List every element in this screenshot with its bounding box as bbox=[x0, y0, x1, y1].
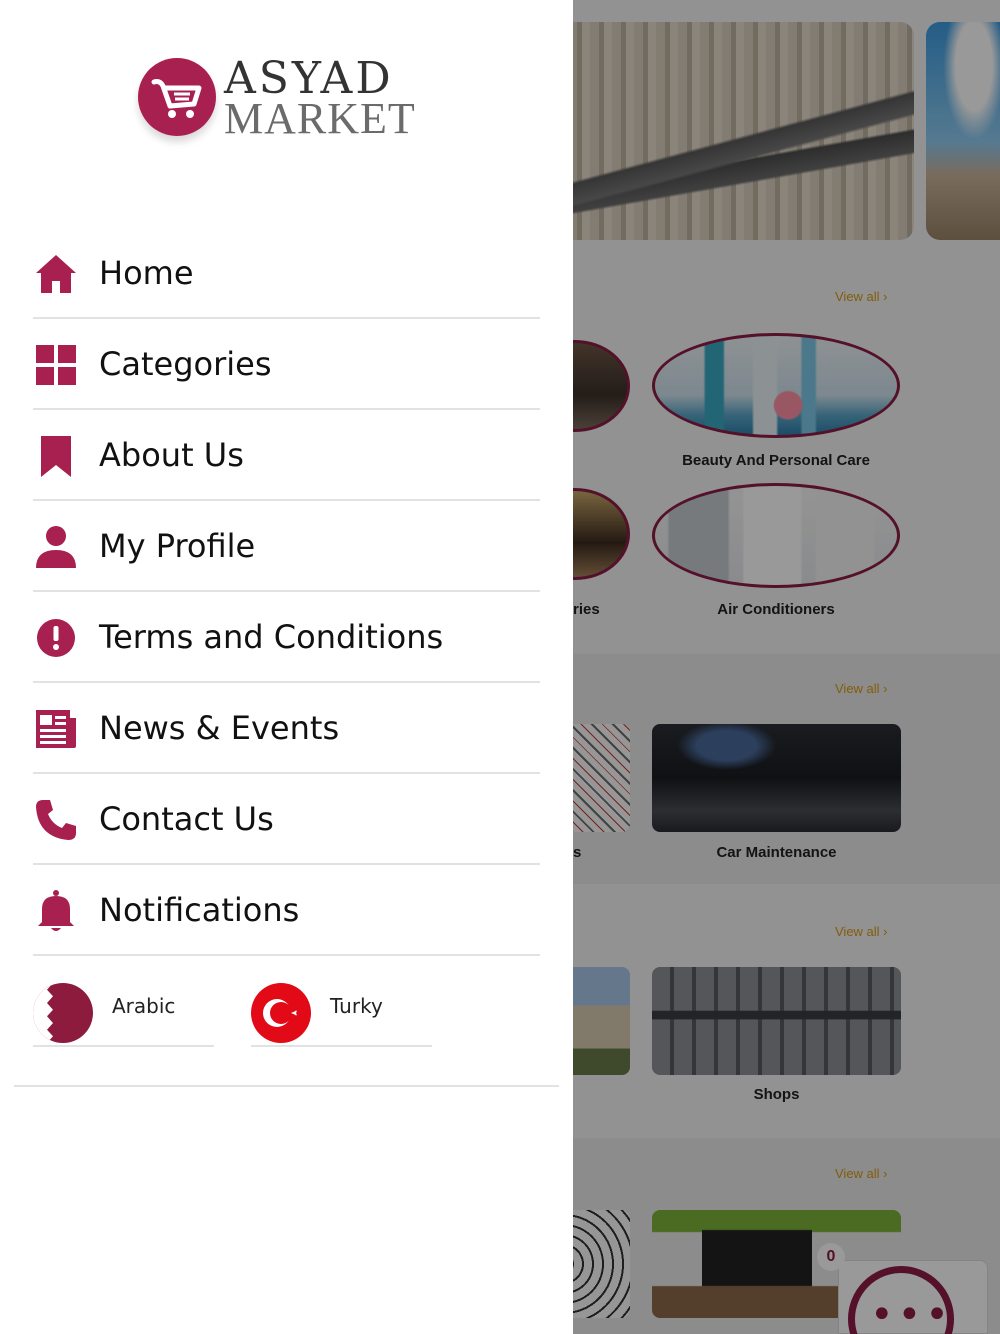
home-icon bbox=[36, 255, 76, 293]
newspaper-icon bbox=[36, 710, 76, 748]
language-label: Turky bbox=[330, 994, 383, 1018]
menu-item-home[interactable]: Home bbox=[33, 229, 540, 319]
navigation-drawer: ASYAD MARKET Home Categories About Us My… bbox=[0, 0, 573, 1334]
menu-item-terms[interactable]: Terms and Conditions bbox=[33, 593, 540, 683]
menu-item-label: Contact Us bbox=[99, 800, 274, 838]
menu-item-my-profile[interactable]: My Profile bbox=[33, 502, 540, 592]
menu-item-label: Home bbox=[99, 254, 194, 292]
menu-item-label: News & Events bbox=[99, 709, 340, 747]
menu-item-notifications[interactable]: Notifications bbox=[33, 866, 540, 956]
person-icon bbox=[36, 526, 76, 568]
phone-icon bbox=[36, 800, 76, 840]
bookmark-icon bbox=[41, 436, 71, 477]
divider bbox=[14, 1085, 559, 1087]
menu-item-label: About Us bbox=[99, 436, 244, 474]
cart-logo-icon bbox=[138, 58, 216, 136]
language-label: Arabic bbox=[112, 994, 176, 1018]
menu-item-news-events[interactable]: News & Events bbox=[33, 684, 540, 774]
alert-icon bbox=[37, 619, 75, 657]
brand-name-bottom: MARKET bbox=[224, 94, 416, 143]
menu-item-categories[interactable]: Categories bbox=[33, 320, 540, 410]
qatar-flag-icon bbox=[33, 983, 93, 1043]
turkey-flag-icon bbox=[251, 983, 311, 1043]
menu-item-about-us[interactable]: About Us bbox=[33, 411, 540, 501]
bell-icon bbox=[38, 890, 74, 931]
grid-icon bbox=[36, 345, 76, 385]
menu-item-label: Terms and Conditions bbox=[99, 618, 444, 656]
menu-item-label: My Profile bbox=[99, 527, 256, 565]
language-option-turkish[interactable]: Turky bbox=[251, 983, 432, 1047]
brand-logo[interactable]: ASYAD MARKET bbox=[138, 54, 458, 154]
language-option-arabic[interactable]: Arabic bbox=[33, 983, 214, 1047]
menu-item-label: Notifications bbox=[99, 891, 300, 929]
menu-item-label: Categories bbox=[99, 345, 272, 383]
menu-item-contact-us[interactable]: Contact Us bbox=[33, 775, 540, 865]
